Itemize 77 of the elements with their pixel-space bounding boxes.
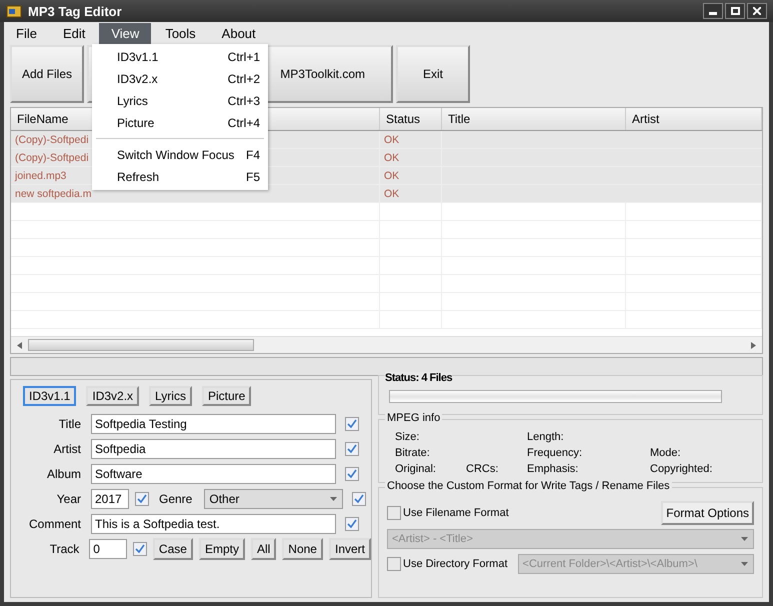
field-label: Genre [159,492,192,506]
menu-item[interactable]: Tools [153,22,208,44]
info-label: CRCs: [466,463,498,475]
info-label: Frequency: [527,447,582,459]
tag-tab[interactable]: Lyrics [149,386,192,406]
minimize-button[interactable] [703,3,723,19]
action-button[interactable]: None [282,538,323,560]
horizontal-scrollbar[interactable] [11,336,762,353]
scroll-right-icon [751,342,756,348]
format-options-button[interactable]: Format Options [661,501,754,525]
checkbox[interactable] [345,442,359,456]
table-cell: OK [380,149,442,166]
info-label: Bitrate: [395,447,430,459]
info-label: Size: [395,431,420,443]
tag-tab[interactable]: Picture [202,386,252,406]
filename-format-checkbox[interactable]: Use Filename Format [387,506,509,520]
toolbar-button[interactable]: Exit [396,45,470,103]
text-field[interactable]: 0 [89,539,128,559]
checkbox[interactable] [352,492,366,506]
info-label: Emphasis: [527,463,578,475]
action-button[interactable]: Case [152,538,193,560]
maximize-icon [730,7,740,15]
text-field[interactable]: Softpedia Testing [91,414,336,434]
window-title: MP3 Tag Editor [28,4,123,18]
tag-tab[interactable]: ID3v2.x [86,386,140,406]
menu-item[interactable]: File [4,22,49,44]
checkbox[interactable] [135,492,149,506]
menu-option[interactable]: Picture Ctrl+4 [92,112,268,134]
text-field[interactable]: 2017 [91,489,129,509]
text-field[interactable]: Software [91,464,336,484]
action-button[interactable]: Invert [328,538,371,560]
column-header[interactable]: Status [380,108,442,130]
info-label: Original: [395,463,436,475]
group-title: Choose the Custom Format for Write Tags / Rename Files [385,480,672,492]
table-cell: OK [380,167,442,184]
toolbar-button[interactable]: Add Files [10,45,84,103]
close-icon [753,7,761,15]
field-label: Comment [28,517,81,531]
tag-tab[interactable]: ID3v1.1 [23,386,76,406]
menu-option[interactable]: ID3v1.1 Ctrl+1 [92,46,268,68]
checkbox[interactable] [133,542,147,556]
genre-dropdown[interactable]: Other [204,489,344,509]
dropdown-arrow-icon [741,562,748,566]
checkbox[interactable] [345,467,359,481]
info-label: Mode: [650,447,681,459]
table-cell: OK [380,185,442,202]
column-header[interactable]: Title [442,108,626,130]
directory-format-checkbox[interactable]: Use Directory Format [387,557,508,571]
action-button[interactable]: Empty [198,538,245,560]
dropdown-arrow-icon [741,537,748,541]
close-button[interactable] [747,3,767,19]
field-label: Album [46,467,81,481]
menu-item[interactable]: About [210,22,268,44]
menu-item[interactable]: Edit [50,22,98,44]
field-label: Year [56,492,81,506]
field-label: Title [58,417,81,431]
maximize-button[interactable] [725,3,745,19]
menu-option[interactable]: Lyrics Ctrl+3 [92,90,268,112]
info-label: Copyrighted: [650,463,712,475]
field-label: Track [48,542,80,556]
status-label: Status: 4 Files [385,372,452,384]
folder-icon [6,3,22,19]
checkbox[interactable] [345,417,359,431]
dropdown-arrow-icon [330,497,338,501]
table-cell: OK [380,131,442,148]
group-title: MPEG info [385,412,442,424]
action-button[interactable]: All [250,538,276,560]
text-field[interactable]: Softpedia [91,439,336,459]
column-header[interactable]: Artist [626,108,762,130]
scroll-thumb[interactable] [28,339,254,351]
info-label: Length: [527,431,564,443]
scroll-left-icon [17,342,22,348]
checkbox[interactable] [345,517,359,531]
text-field[interactable]: This is a Softpedia test. [91,514,336,534]
menu-option[interactable]: ID3v2.x Ctrl+2 [92,68,268,90]
menu-item[interactable]: View [99,22,152,44]
field-label: Artist [52,442,81,456]
